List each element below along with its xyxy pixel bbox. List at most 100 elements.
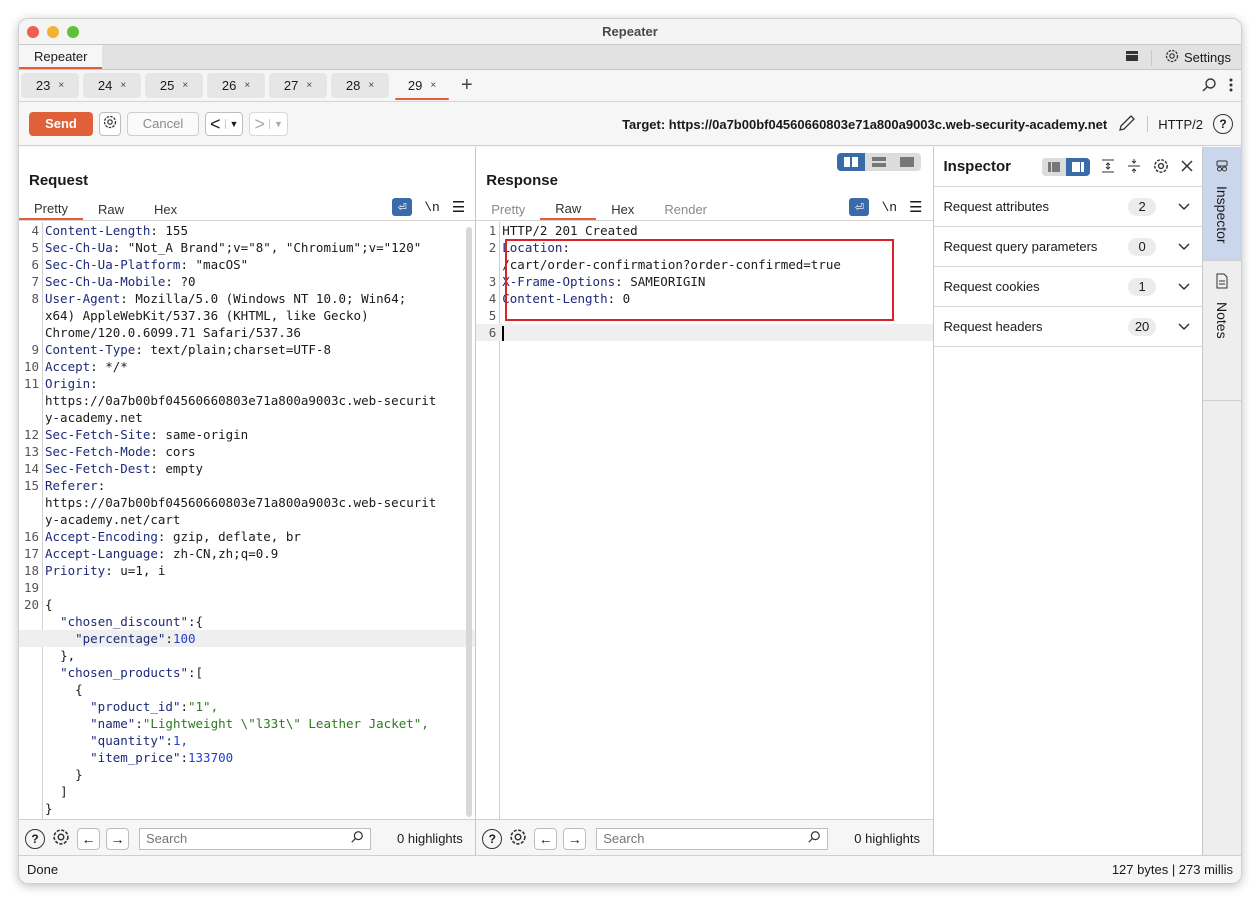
request-tab[interactable]: 27 ×: [269, 73, 327, 98]
inspector-section[interactable]: Request query parameters 0: [933, 227, 1203, 267]
sidebar-tab-notes[interactable]: Notes: [1203, 261, 1241, 401]
header-name: Accept-Encoding: [45, 529, 158, 544]
response-editor[interactable]: 1 HTTP/2 201 Created 2 Location:/cart/order…: [476, 222, 933, 819]
close-tab-icon[interactable]: ×: [368, 80, 374, 91]
json-punct: }: [75, 767, 83, 782]
response-search-input[interactable]: [603, 831, 784, 846]
gear-icon[interactable]: [1152, 157, 1170, 178]
settings-button[interactable]: Settings: [1164, 48, 1231, 67]
line-number: 2: [488, 240, 497, 255]
line-number: [19, 715, 39, 732]
right-sidebar: Inspector Notes: [1203, 147, 1241, 857]
tab-hex[interactable]: Hex: [139, 198, 192, 220]
panel-layout-icon[interactable]: [1125, 50, 1139, 65]
response-search-field[interactable]: [596, 827, 829, 850]
json-punct: :: [165, 733, 173, 748]
line-number: [19, 749, 39, 766]
collapse-all-icon[interactable]: [1126, 158, 1142, 177]
word-wrap-icon[interactable]: ⏎: [849, 198, 870, 216]
code-line: 9 Content-Type: text/plain;charset=UTF-8: [19, 341, 475, 358]
previous-match-button[interactable]: ←: [77, 827, 100, 850]
request-tab[interactable]: 28 ×: [331, 73, 389, 98]
inspector-section[interactable]: Request cookies 1: [933, 267, 1203, 307]
forward-button[interactable]: > ▼: [249, 111, 288, 136]
close-icon[interactable]: [1180, 159, 1194, 176]
gear-icon[interactable]: [508, 827, 528, 850]
json-key: "item_price": [90, 750, 181, 765]
forward-history-dropdown[interactable]: ▼: [268, 118, 283, 129]
tab-pretty[interactable]: Pretty: [476, 198, 540, 220]
tab-raw[interactable]: Raw: [540, 198, 597, 220]
back-button[interactable]: < ▼: [205, 111, 244, 136]
line-content: "name":"Lightweight \"l33t\" Leather Jac…: [39, 715, 475, 732]
word-wrap-icon[interactable]: ⏎: [392, 198, 413, 216]
cancel-button[interactable]: Cancel: [127, 111, 199, 136]
search-icon[interactable]: [1201, 77, 1217, 96]
sidebar-tab-inspector[interactable]: Inspector: [1203, 147, 1241, 261]
request-tab[interactable]: 26 ×: [207, 73, 265, 98]
send-settings-button[interactable]: [99, 111, 121, 136]
minimize-window-button[interactable]: [47, 26, 59, 38]
close-window-button[interactable]: [27, 26, 39, 38]
side-by-side-layout-button[interactable]: [836, 153, 865, 171]
close-tab-icon[interactable]: ×: [306, 80, 312, 91]
back-history-dropdown[interactable]: ▼: [224, 118, 238, 129]
chevron-down-icon[interactable]: [1178, 240, 1190, 254]
next-match-button[interactable]: →: [106, 827, 129, 850]
inspector-layout-left-button[interactable]: [1042, 158, 1066, 176]
inspector-layout-right-button[interactable]: [1066, 158, 1091, 176]
menu-icon[interactable]: ☰: [909, 198, 922, 216]
chevron-down-icon[interactable]: [1178, 320, 1190, 334]
inspector-section[interactable]: Request attributes 2: [933, 187, 1203, 227]
json-key: "percentage": [75, 631, 166, 646]
maximize-window-button[interactable]: [67, 26, 79, 38]
line-content: /cart/order-confirmation?order-confirmed…: [496, 256, 932, 273]
line-number: 7: [31, 274, 39, 289]
line-number: 3: [488, 274, 497, 289]
text-cursor: [502, 326, 504, 341]
chevron-down-icon[interactable]: [1178, 280, 1190, 294]
search-icon: [807, 830, 821, 847]
previous-match-button[interactable]: ←: [534, 827, 558, 850]
tab-render[interactable]: Render: [649, 198, 722, 220]
request-search-field[interactable]: [139, 827, 371, 850]
tab-pretty[interactable]: Pretty: [19, 198, 83, 220]
more-options-icon[interactable]: [1229, 77, 1233, 96]
json-key: "chosen_products": [60, 665, 188, 680]
close-tab-icon[interactable]: ×: [244, 80, 250, 91]
request-tab[interactable]: 29 ×: [393, 73, 451, 100]
close-tab-icon[interactable]: ×: [120, 80, 126, 91]
status-bar: Done 127 bytes | 273 millis: [19, 855, 1241, 883]
tabbed-layout-button[interactable]: [893, 153, 921, 171]
expand-all-icon[interactable]: [1100, 158, 1116, 177]
edit-target-icon[interactable]: [1117, 113, 1137, 136]
request-editor[interactable]: 4 Content-Length: 155 5 Sec-Ch-Ua: "Not_A B…: [19, 222, 476, 819]
add-tab-button[interactable]: +: [461, 74, 473, 97]
newline-toggle-icon[interactable]: \n: [424, 200, 440, 215]
close-tab-icon[interactable]: ×: [182, 80, 188, 91]
chevron-down-icon[interactable]: [1178, 200, 1190, 214]
request-scrollbar[interactable]: [466, 227, 473, 817]
newline-toggle-icon[interactable]: \n: [881, 200, 897, 215]
protocol-label[interactable]: HTTP/2: [1158, 117, 1203, 132]
help-icon[interactable]: ?: [482, 828, 503, 849]
stacked-layout-button[interactable]: [865, 153, 893, 171]
next-match-button[interactable]: →: [563, 827, 587, 850]
request-search-input[interactable]: [146, 831, 326, 846]
tool-tab-repeater[interactable]: Repeater: [19, 45, 103, 69]
help-icon[interactable]: ?: [1213, 114, 1233, 134]
close-tab-icon[interactable]: ×: [430, 80, 436, 91]
header-value: : gzip, deflate, br: [157, 529, 301, 544]
request-tab[interactable]: 24 ×: [83, 73, 141, 98]
inspector-section[interactable]: Request headers 20: [933, 307, 1203, 347]
request-tab[interactable]: 25 ×: [145, 73, 203, 98]
tab-raw[interactable]: Raw: [83, 198, 139, 220]
gear-icon[interactable]: [51, 827, 71, 850]
send-button[interactable]: Send: [29, 111, 93, 136]
chevron-left-icon: <: [210, 113, 221, 134]
close-tab-icon[interactable]: ×: [58, 80, 64, 91]
menu-icon[interactable]: ☰: [452, 198, 465, 216]
tab-hex[interactable]: Hex: [596, 198, 649, 220]
help-icon[interactable]: ?: [25, 828, 45, 849]
request-tab[interactable]: 23 ×: [21, 73, 79, 98]
